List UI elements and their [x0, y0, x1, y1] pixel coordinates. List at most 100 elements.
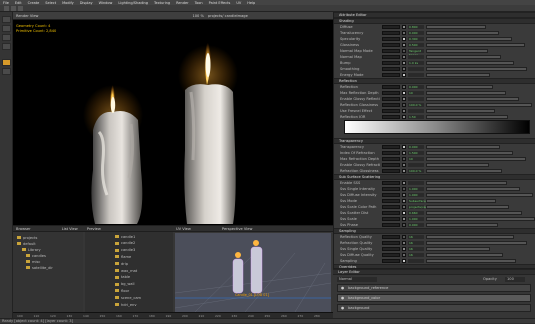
tree-item[interactable]: candles: [26, 253, 46, 258]
attribute-field[interactable]: [382, 31, 400, 35]
new-icon[interactable]: [4, 6, 9, 11]
slider[interactable]: [426, 67, 527, 71]
color-swatch[interactable]: [402, 169, 406, 173]
slider[interactable]: [426, 157, 526, 161]
attribute-value[interactable]: 1.000: [408, 217, 424, 221]
attribute-value[interactable]: 0.000: [408, 85, 424, 89]
slider[interactable]: [426, 241, 527, 245]
attribute-field[interactable]: [382, 193, 400, 197]
attribute-value[interactable]: [408, 109, 424, 113]
slider[interactable]: [426, 103, 532, 107]
slider[interactable]: [426, 217, 535, 221]
opacity-field[interactable]: 100: [505, 277, 525, 282]
attribute-value[interactable]: 0.300: [408, 37, 424, 41]
attribute-value[interactable]: 1.50: [408, 115, 424, 119]
attribute-value[interactable]: 1.0 ks: [408, 61, 424, 65]
menu-item[interactable]: File: [3, 1, 9, 5]
attribute-field[interactable]: [382, 109, 400, 113]
attribute-field[interactable]: [382, 145, 400, 149]
attribute-field[interactable]: [382, 253, 400, 257]
color-swatch[interactable]: [402, 109, 406, 113]
attribute-field[interactable]: [382, 163, 400, 167]
attribute-value[interactable]: 10: [408, 157, 424, 161]
attribute-value[interactable]: [408, 97, 424, 101]
color-swatch[interactable]: [402, 223, 406, 227]
attribute-value[interactable]: [408, 259, 424, 263]
slider[interactable]: [426, 247, 490, 251]
slider[interactable]: [426, 61, 514, 65]
render-viewport[interactable]: Geometry Count: 4 Primitive Count: 2,840: [13, 20, 333, 225]
menu-item[interactable]: Render: [176, 1, 188, 5]
color-swatch[interactable]: [402, 211, 406, 215]
attribute-field[interactable]: [382, 37, 400, 41]
attribute-value[interactable]: [408, 55, 424, 59]
slider[interactable]: [426, 259, 516, 263]
color-swatch[interactable]: [402, 205, 406, 209]
attribute-value[interactable]: Tangent Space: [408, 49, 424, 57]
file-item[interactable]: candle2: [115, 241, 135, 246]
attribute-field[interactable]: [382, 67, 400, 71]
zoom-readout[interactable]: 100 %: [192, 14, 203, 18]
color-swatch[interactable]: [402, 217, 406, 221]
layer-row[interactable]: ● background_color: [337, 294, 531, 302]
file-item[interactable]: hdri_env: [115, 302, 136, 307]
slider[interactable]: [426, 97, 519, 101]
slider[interactable]: [426, 253, 503, 257]
attribute-field[interactable]: [382, 97, 400, 101]
attribute-field[interactable]: [382, 91, 400, 95]
slider[interactable]: [426, 151, 513, 155]
color-swatch[interactable]: [402, 115, 406, 119]
attribute-value[interactable]: 10: [408, 91, 424, 95]
color-swatch[interactable]: [402, 31, 406, 35]
file-item[interactable]: bg_wall: [115, 282, 135, 287]
tab-preview[interactable]: Preview: [87, 227, 101, 231]
tree-item[interactable]: satellite_dir: [26, 265, 53, 270]
attribute-field[interactable]: [382, 61, 400, 65]
menu-item[interactable]: Toon: [195, 1, 203, 5]
attribute-field[interactable]: [382, 115, 400, 119]
file-item[interactable]: drip: [115, 261, 128, 266]
color-swatch[interactable]: [402, 199, 406, 203]
file-item[interactable]: scene_cam: [115, 295, 141, 300]
slider[interactable]: [426, 55, 501, 59]
slider[interactable]: [426, 43, 525, 47]
attribute-value[interactable]: [408, 181, 424, 185]
attribute-field[interactable]: [382, 55, 400, 59]
render-tool-icon[interactable]: [2, 59, 11, 66]
attribute-field[interactable]: [382, 151, 400, 155]
color-swatch[interactable]: [402, 43, 406, 47]
color-swatch[interactable]: [402, 259, 406, 263]
attribute-field[interactable]: [382, 235, 400, 239]
color-swatch[interactable]: [402, 85, 406, 89]
slider[interactable]: [426, 25, 486, 29]
slider[interactable]: [426, 199, 496, 203]
attribute-field[interactable]: [382, 85, 400, 89]
color-swatch[interactable]: [402, 91, 406, 95]
attribute-value[interactable]: 0.000: [408, 223, 424, 227]
slider[interactable]: [426, 181, 507, 185]
menu-item[interactable]: Help: [247, 1, 255, 5]
slider[interactable]: [426, 85, 493, 89]
color-swatch[interactable]: [402, 253, 406, 257]
menu-item[interactable]: Window: [99, 1, 113, 5]
color-swatch[interactable]: [402, 67, 406, 71]
uv-viewport[interactable]: Candle_01 [LOD 01]: [175, 233, 331, 312]
color-swatch[interactable]: [402, 241, 406, 245]
color-swatch[interactable]: [402, 193, 406, 197]
menu-item[interactable]: Select: [45, 1, 56, 5]
color-swatch[interactable]: [402, 181, 406, 185]
attribute-field[interactable]: [382, 247, 400, 251]
file-item[interactable]: candle3: [115, 248, 135, 253]
file-item[interactable]: wax_mat: [115, 268, 137, 273]
menu-item[interactable]: Modify: [62, 1, 74, 5]
slider[interactable]: [426, 37, 512, 41]
slider[interactable]: [426, 109, 495, 113]
tree-item[interactable]: projects: [17, 235, 37, 240]
color-swatch[interactable]: [402, 163, 406, 167]
blend-mode-dropdown[interactable]: Normal: [337, 277, 377, 282]
attribute-value[interactable]: 16: [408, 253, 424, 257]
slider[interactable]: [426, 223, 498, 227]
menu-item[interactable]: Edit: [15, 1, 22, 5]
attribute-value[interactable]: 0.800: [408, 25, 424, 29]
attribute-value[interactable]: 16: [408, 247, 424, 251]
